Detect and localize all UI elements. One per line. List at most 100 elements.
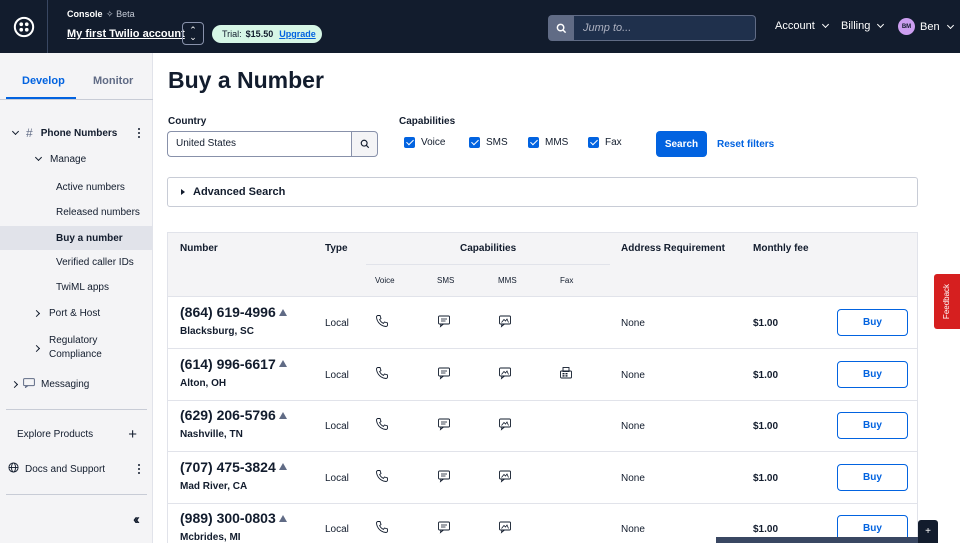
- voice-checkbox[interactable]: Voice: [404, 137, 445, 148]
- col-monthly-fee: Monthly fee: [753, 243, 809, 254]
- sidebar-item-messaging[interactable]: Messaging: [0, 376, 153, 392]
- number-location: Alton, OH: [180, 377, 227, 389]
- col-address-requirement: Address Requirement: [621, 243, 725, 254]
- address-requirement: None: [621, 369, 645, 381]
- phone-number: (864) 619-4996: [180, 304, 287, 320]
- col-voice: Voice: [375, 276, 395, 285]
- tab-develop[interactable]: Develop: [22, 75, 65, 87]
- country-input[interactable]: United States: [167, 131, 351, 157]
- plus-icon[interactable]: +: [128, 426, 137, 443]
- sms-icon: [437, 314, 451, 328]
- divider: [6, 494, 147, 495]
- more-options-icon[interactable]: [138, 128, 140, 138]
- fax-checkbox[interactable]: Fax: [588, 137, 622, 148]
- mms-icon: [498, 520, 512, 535]
- collapse-sidebar-icon[interactable]: ‹‹: [133, 511, 140, 528]
- address-requirement: None: [621, 472, 645, 484]
- sparkle-icon: ✧: [106, 9, 114, 19]
- jump-to-input[interactable]: Jump to...: [574, 15, 756, 41]
- sms-checkbox[interactable]: SMS: [469, 137, 508, 148]
- number-type: Local: [325, 421, 349, 433]
- table-row: (614) 996-6617 Alton, OH Local None $1.00 Buy: [167, 348, 918, 401]
- number-location: Nashville, TN: [180, 429, 243, 441]
- more-options-icon[interactable]: [138, 464, 140, 474]
- mms-icon: [498, 469, 512, 483]
- mms-checkbox[interactable]: MMS: [528, 137, 568, 148]
- buy-button[interactable]: Buy: [837, 412, 908, 440]
- advanced-search-toggle[interactable]: Advanced Search: [167, 177, 918, 207]
- top-bar: Console ✧ Beta My first Twilio account ⌃…: [0, 0, 960, 53]
- reset-filters-link[interactable]: Reset filters: [717, 139, 774, 150]
- account-name-link[interactable]: My first Twilio account: [67, 28, 185, 40]
- buy-button[interactable]: Buy: [837, 463, 908, 491]
- chevron-right-icon: [32, 344, 41, 352]
- billing-menu[interactable]: Billing: [841, 20, 885, 32]
- table-row: (707) 475-3824 Mad River, CA Local None $1.0…: [167, 451, 918, 504]
- voice-icon: [375, 417, 389, 431]
- sidebar-item-port-host[interactable]: Port & Host: [0, 305, 153, 321]
- sort-indicator-icon: [278, 360, 287, 368]
- mms-icon: [498, 314, 512, 328]
- number-type: Local: [325, 318, 349, 329]
- sidebar-item-buy-a-number[interactable]: Buy a number: [0, 226, 153, 250]
- search-icon[interactable]: [548, 15, 574, 41]
- twilio-logo-icon[interactable]: [0, 0, 48, 53]
- chevron-down-icon: [877, 20, 885, 29]
- checkbox-checked-icon: [469, 137, 480, 148]
- number-location: Mad River, CA: [180, 480, 248, 492]
- tab-monitor[interactable]: Monitor: [93, 75, 133, 87]
- number-location: Mcbrides, MI: [180, 532, 241, 543]
- buy-button[interactable]: Buy: [837, 360, 908, 388]
- chevron-down-icon: [11, 127, 20, 136]
- sidebar-item-verified-caller-ids[interactable]: Verified caller IDs: [0, 254, 153, 270]
- buy-button[interactable]: Buy: [837, 309, 908, 336]
- checkbox-checked-icon: [404, 137, 415, 148]
- col-sms: SMS: [437, 276, 455, 285]
- account-menu[interactable]: Account: [775, 20, 829, 32]
- sidebar-item-docs-support[interactable]: Docs and Support: [0, 461, 153, 477]
- avatar: BM: [898, 18, 915, 35]
- checkbox-checked-icon: [528, 137, 539, 148]
- sidebar-item-regulatory-compliance[interactable]: Regulatory Compliance: [0, 334, 153, 362]
- table-row: (629) 206-5796 Nashville, TN Local None $1.0…: [167, 400, 918, 453]
- search-button[interactable]: Search: [656, 131, 707, 157]
- plus-icon[interactable]: +: [918, 520, 938, 543]
- monthly-fee: $1.00: [753, 421, 779, 433]
- page-title: Buy a Number: [168, 67, 324, 93]
- col-number: Number: [180, 243, 218, 254]
- number-location: Blacksburg, SC: [180, 326, 254, 337]
- sidebar-item-phone-numbers[interactable]: # Phone Numbers: [0, 125, 153, 141]
- sidebar: Develop Monitor # Phone Numbers Manage A…: [0, 53, 153, 543]
- phone-number: (989) 300-0803: [180, 510, 287, 526]
- caret-right-icon: [181, 189, 185, 195]
- sidebar-item-released-numbers[interactable]: Released numbers: [0, 204, 153, 220]
- sidebar-item-explore-products[interactable]: Explore Products +: [0, 426, 153, 443]
- voice-icon: [375, 520, 389, 534]
- bottom-panel-bar[interactable]: [716, 537, 918, 543]
- upgrade-link[interactable]: Upgrade: [279, 29, 316, 39]
- col-fax: Fax: [560, 276, 574, 285]
- feedback-tab[interactable]: Feedback: [934, 274, 960, 329]
- account-switcher-button[interactable]: ⌃ ⌄: [182, 22, 204, 45]
- chevron-right-icon: [32, 309, 41, 317]
- sidebar-item-active-numbers[interactable]: Active numbers: [0, 179, 153, 195]
- monthly-fee: $1.00: [753, 318, 779, 329]
- fax-icon: [559, 366, 573, 380]
- col-mms: MMS: [498, 276, 517, 285]
- trial-balance-badge: Trial: $15.50 Upgrade: [212, 25, 322, 43]
- chevron-down-icon: [821, 20, 829, 29]
- voice-icon: [375, 366, 389, 380]
- monthly-fee: $1.00: [753, 369, 779, 381]
- divider: [366, 264, 610, 265]
- user-menu[interactable]: BM Ben: [898, 18, 954, 35]
- table-row: (864) 619-4996 Blacksburg, SC Local None $1.…: [167, 297, 918, 349]
- hash-icon: #: [26, 126, 33, 140]
- mms-icon: [498, 366, 512, 380]
- number-type: Local: [325, 369, 349, 381]
- sidebar-item-twiml-apps[interactable]: TwiML apps: [0, 279, 153, 295]
- col-capabilities: Capabilities: [460, 243, 517, 254]
- divider: [0, 99, 153, 100]
- checkbox-checked-icon: [588, 137, 599, 148]
- search-icon[interactable]: [351, 131, 378, 157]
- sidebar-item-manage[interactable]: Manage: [0, 151, 153, 167]
